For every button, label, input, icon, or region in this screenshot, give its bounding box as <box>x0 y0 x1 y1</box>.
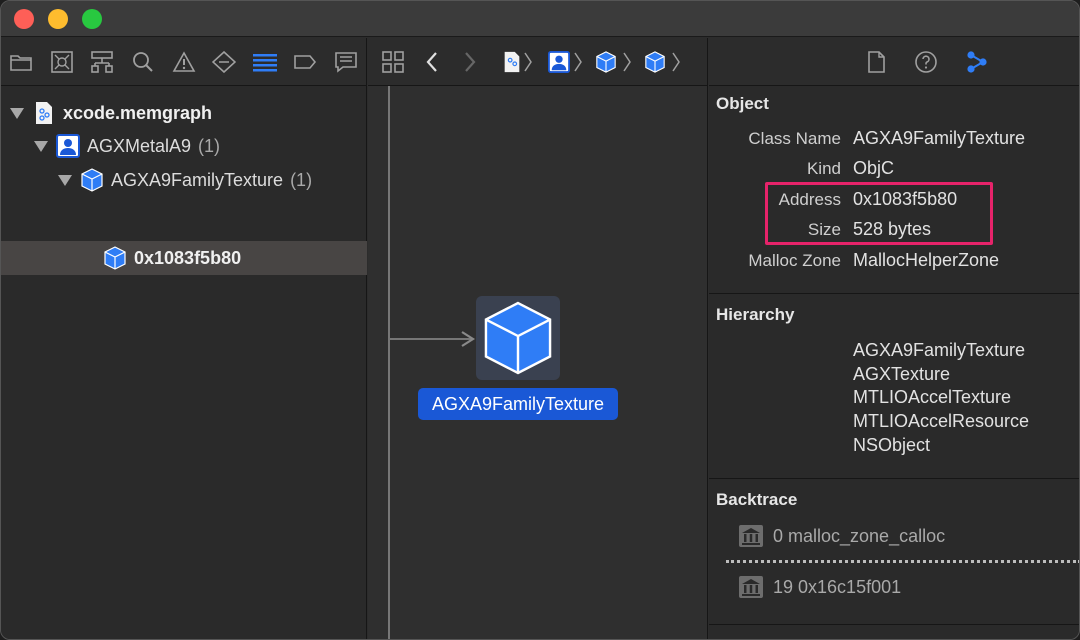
file-inspector-icon[interactable] <box>863 50 889 74</box>
tree-row-address[interactable]: 0x1083f5b80 <box>1 241 367 275</box>
disclosure-triangle-icon[interactable] <box>58 174 72 186</box>
memory-inspector-icon[interactable] <box>964 50 990 74</box>
collapsed-frames-separator[interactable] <box>726 560 1079 563</box>
graph-node[interactable] <box>476 296 560 380</box>
zoom-window-button[interactable] <box>82 9 102 29</box>
hierarchy-item: MTLIOAccelTexture <box>853 387 1012 407</box>
breadcrumb-chevron-icon <box>621 50 633 74</box>
search-icon[interactable] <box>130 50 156 74</box>
hierarchy-item: AGXTexture <box>853 364 951 384</box>
breakpoint-icon[interactable] <box>292 50 318 74</box>
backtrace-frame[interactable]: 19 0x16c15f001 <box>739 576 901 598</box>
tree-item-count: (1) <box>290 169 313 190</box>
help-icon[interactable] <box>913 50 939 74</box>
memgraph-file-icon <box>32 101 56 125</box>
class-name-value: AGXA9FamilyTexture <box>853 128 1026 148</box>
section-divider <box>709 293 1079 294</box>
hierarchy-item: NSObject <box>853 435 931 455</box>
instance-icon <box>56 134 80 158</box>
navigator-pane: xcode.memgraph AGXMetalA9 (1) AGXA9Famil… <box>1 38 367 639</box>
kind-value: ObjC <box>853 158 895 178</box>
graph-pane: AGXA9FamilyTexture <box>368 38 708 639</box>
tree-row-agxmetal[interactable]: AGXMetalA9 (1) <box>1 129 367 163</box>
folder-icon[interactable] <box>8 50 34 74</box>
graph-node-label[interactable]: AGXA9FamilyTexture <box>418 388 618 420</box>
kind-label: Kind <box>806 159 841 178</box>
hierarchy-section-title: Hierarchy <box>716 305 795 324</box>
xcode-window: xcode.memgraph AGXMetalA9 (1) AGXA9Famil… <box>0 0 1080 640</box>
forward-arrow-icon[interactable] <box>456 50 482 74</box>
disclosure-triangle-icon[interactable] <box>10 107 24 119</box>
section-divider <box>709 478 1079 479</box>
reference-line <box>388 86 390 639</box>
warning-icon[interactable] <box>171 50 197 74</box>
title-bar <box>1 1 1079 37</box>
minimize-window-button[interactable] <box>48 9 68 29</box>
highlight-box <box>765 182 993 245</box>
malloc-zone-label: Malloc Zone <box>748 251 841 270</box>
backtrace-frame[interactable]: 0 malloc_zone_calloc <box>739 525 945 547</box>
disclosure-triangle-icon[interactable] <box>34 140 48 152</box>
tree-root-label: xcode.memgraph <box>63 102 213 123</box>
back-arrow-icon[interactable] <box>420 50 446 74</box>
breadcrumb-cube-icon[interactable] <box>642 50 668 74</box>
inspector-toolbar <box>709 38 1079 86</box>
breadcrumb-chevron-icon <box>522 50 534 74</box>
cube-icon <box>484 301 552 375</box>
backtrace-section-title: Backtrace <box>716 490 798 509</box>
object-section-title: Object <box>716 94 769 113</box>
breadcrumb-instance-icon[interactable] <box>546 50 572 74</box>
breadcrumb-chevron-icon <box>670 50 682 74</box>
jump-bar <box>368 38 707 86</box>
report-icon[interactable] <box>333 50 359 74</box>
tree-row-root[interactable]: xcode.memgraph <box>1 96 367 130</box>
tree-item-count: (1) <box>198 135 221 156</box>
cube-icon <box>80 168 104 192</box>
breadcrumb-cube-icon[interactable] <box>593 50 619 74</box>
tree-item-label: AGXMetalA9 <box>87 135 192 156</box>
backtrace-frame-label: 0 malloc_zone_calloc <box>773 525 946 546</box>
class-name-label: Class Name <box>748 129 841 148</box>
tree-item-label: AGXA9FamilyTexture <box>111 169 284 190</box>
hierarchy-icon[interactable] <box>89 50 115 74</box>
close-window-button[interactable] <box>14 9 34 29</box>
navigator-toolbar <box>1 38 366 86</box>
section-divider <box>709 624 1079 625</box>
library-icon <box>739 576 763 598</box>
hierarchy-item: MTLIOAccelResource <box>853 411 1030 431</box>
debug-icon[interactable] <box>252 50 278 74</box>
hierarchy-item: AGXA9FamilyTexture <box>853 340 1026 360</box>
test-icon[interactable] <box>211 50 237 74</box>
related-items-icon[interactable] <box>380 50 406 74</box>
malloc-zone-value: MallocHelperZone <box>853 250 1000 270</box>
inspector-pane: Object Class Name AGXA9FamilyTexture Kin… <box>709 38 1079 639</box>
edge-arrow-icon <box>461 331 476 347</box>
cube-icon <box>103 246 127 270</box>
library-icon <box>739 525 763 547</box>
tree-item-label: 0x1083f5b80 <box>134 247 242 268</box>
backtrace-frame-label: 19 0x16c15f001 <box>773 576 902 597</box>
tree-row-agxa9[interactable]: AGXA9FamilyTexture (1) <box>1 163 367 197</box>
source-control-icon[interactable] <box>49 50 75 74</box>
breadcrumb-chevron-icon <box>572 50 584 74</box>
